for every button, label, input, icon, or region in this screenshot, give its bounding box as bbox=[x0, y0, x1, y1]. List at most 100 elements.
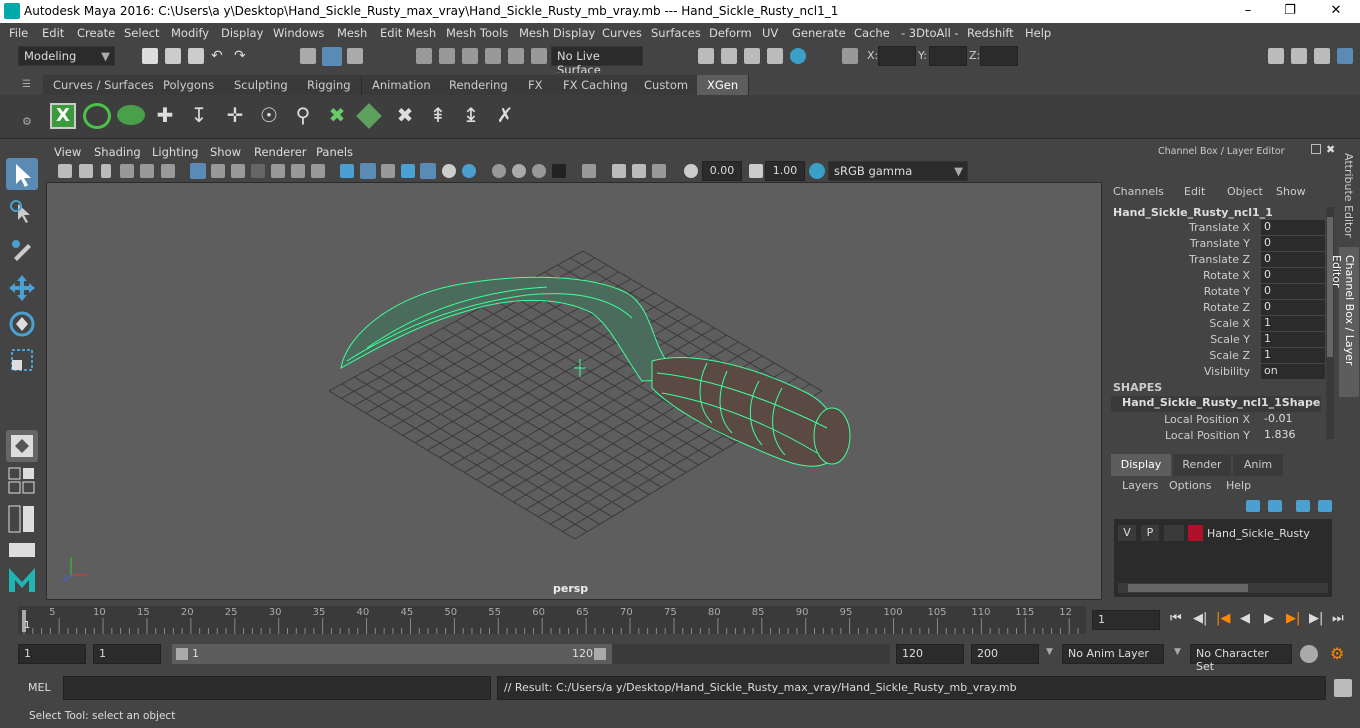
layer-menu-layers[interactable]: Layers bbox=[1122, 479, 1158, 492]
tool-settings-icon[interactable] bbox=[1314, 48, 1330, 64]
gate-mask-icon[interactable] bbox=[251, 164, 265, 178]
close-panel-icon[interactable]: ✖ bbox=[1326, 143, 1335, 156]
menu-3dtoall[interactable]: - 3DtoAll - bbox=[901, 26, 959, 40]
playback-end-input[interactable]: 120 bbox=[896, 644, 964, 664]
viewport-menu-lighting[interactable]: Lighting bbox=[152, 145, 198, 159]
channel-value[interactable]: 0 bbox=[1261, 268, 1325, 283]
channel-value[interactable]: 1 bbox=[1261, 332, 1325, 347]
bookmark-icon[interactable] bbox=[101, 164, 111, 178]
tab-sculpting[interactable]: Sculpting bbox=[224, 75, 299, 95]
guide-to-curve-icon[interactable]: ✖ bbox=[392, 103, 418, 129]
channel-row[interactable]: Rotate Z 0 bbox=[1106, 300, 1326, 316]
redo-icon[interactable]: ↷ bbox=[234, 48, 250, 64]
layer-scrollbar[interactable] bbox=[1118, 583, 1328, 593]
channel-value[interactable]: on bbox=[1261, 364, 1325, 379]
live-surface-field[interactable]: No Live Surface bbox=[551, 46, 643, 77]
tab-polygons[interactable]: Polygons bbox=[153, 75, 226, 95]
menu-modify[interactable]: Modify bbox=[171, 26, 209, 40]
channel-value[interactable]: 0 bbox=[1261, 252, 1325, 267]
playback-start-input[interactable]: 1 bbox=[93, 644, 161, 664]
maya-home-icon[interactable] bbox=[6, 562, 38, 596]
single-perspective-layout-icon[interactable] bbox=[6, 430, 38, 462]
render-view-icon[interactable] bbox=[698, 48, 714, 64]
menu-help[interactable]: Help bbox=[1025, 26, 1051, 40]
interpolate-guides-icon[interactable]: ↨ bbox=[458, 103, 484, 129]
channel-row[interactable]: Scale X 1 bbox=[1106, 316, 1326, 332]
open-scene-icon[interactable] bbox=[165, 48, 181, 64]
mode-select[interactable]: Modeling ▼ bbox=[18, 46, 115, 66]
modeling-toolkit-icon[interactable] bbox=[1268, 48, 1284, 64]
range-start-handle[interactable] bbox=[176, 648, 188, 660]
lock-guide-icon[interactable]: ⚲ bbox=[290, 103, 316, 129]
viewport-menu-show[interactable]: Show bbox=[210, 145, 241, 159]
cb-menu-edit[interactable]: Edit bbox=[1184, 185, 1205, 198]
channel-row[interactable]: Translate Y 0 bbox=[1106, 236, 1326, 252]
y-coord-input[interactable] bbox=[929, 46, 967, 66]
tab-channel-box-layer-editor[interactable]: Channel Box / Layer Editor bbox=[1330, 247, 1359, 397]
resolution-gate-icon[interactable] bbox=[231, 164, 245, 178]
go-to-end-icon[interactable]: ⏭ bbox=[1332, 611, 1344, 626]
menu-edit[interactable]: Edit bbox=[42, 26, 64, 40]
viewport-menu-panels[interactable]: Panels bbox=[316, 145, 353, 159]
menu-mesh[interactable]: Mesh bbox=[337, 26, 367, 40]
menu-mesh-tools[interactable]: Mesh Tools bbox=[446, 26, 508, 40]
channel-value[interactable]: -0.01 bbox=[1261, 412, 1325, 427]
script-editor-icon[interactable] bbox=[1334, 679, 1352, 697]
step-back-key-icon[interactable]: |◀ bbox=[1216, 611, 1230, 626]
wireframe-icon[interactable] bbox=[340, 164, 354, 178]
snap-live-icon[interactable] bbox=[531, 48, 547, 64]
layer-color-swatch[interactable] bbox=[1188, 525, 1203, 541]
isolate-select-icon[interactable] bbox=[582, 164, 596, 178]
time-slider[interactable]: 5 10 15 20 25 30 35 40 45 50 55 60 65 70 75 80 85 90 95 100… bbox=[18, 606, 1086, 634]
outliner-layout-icon[interactable] bbox=[6, 504, 38, 534]
grass-icon[interactable]: ✖ bbox=[324, 103, 350, 129]
end-time-input[interactable]: 200 bbox=[971, 644, 1039, 664]
render-settings-icon[interactable] bbox=[767, 48, 783, 64]
snap-curve-icon[interactable] bbox=[439, 48, 455, 64]
layer-name[interactable]: Hand_Sickle_Rusty bbox=[1207, 527, 1310, 540]
current-frame-input[interactable]: 1 bbox=[1092, 610, 1160, 630]
channel-row[interactable]: Translate Z 0 bbox=[1106, 252, 1326, 268]
viewport-menu-renderer[interactable]: Renderer bbox=[254, 145, 307, 159]
minimize-icon[interactable]: – bbox=[1240, 3, 1256, 19]
layer-menu-help[interactable]: Help bbox=[1226, 479, 1251, 492]
move-layer-up-icon[interactable] bbox=[1296, 500, 1310, 512]
grease-pencil-icon[interactable] bbox=[161, 164, 175, 178]
cb-menu-object[interactable]: Object bbox=[1227, 185, 1263, 198]
menu-file[interactable]: File bbox=[9, 26, 28, 40]
transform-constraints-icon[interactable] bbox=[842, 48, 858, 64]
ipr-render-icon[interactable] bbox=[744, 48, 760, 64]
undo-icon[interactable]: ↶ bbox=[211, 48, 227, 64]
tab-anim[interactable]: Anim bbox=[1233, 454, 1283, 476]
layer-menu-options[interactable]: Options bbox=[1169, 479, 1211, 492]
maximize-icon[interactable]: ❐ bbox=[1282, 3, 1298, 19]
menu-edit-mesh[interactable]: Edit Mesh bbox=[380, 26, 436, 40]
tab-animation[interactable]: Animation bbox=[362, 75, 442, 95]
channel-value[interactable]: 1.836 bbox=[1261, 428, 1325, 443]
channel-value[interactable]: 0 bbox=[1261, 300, 1325, 315]
channel-scrollbar[interactable] bbox=[1326, 207, 1334, 439]
new-scene-icon[interactable] bbox=[142, 48, 158, 64]
smooth-shade-icon[interactable] bbox=[360, 163, 376, 179]
menu-mesh-display[interactable]: Mesh Display bbox=[519, 26, 595, 40]
tab-rendering[interactable]: Rendering bbox=[439, 75, 519, 95]
tab-curves-surfaces[interactable]: Curves / Surfaces bbox=[43, 75, 165, 95]
color-management-icon[interactable] bbox=[809, 163, 825, 179]
select-hierarchy-icon[interactable] bbox=[300, 48, 316, 64]
character-set-select[interactable]: No Character Set bbox=[1190, 644, 1292, 673]
select-object-icon[interactable] bbox=[322, 47, 342, 66]
attribute-editor-toggle-icon[interactable] bbox=[1291, 48, 1307, 64]
add-guide-icon[interactable]: ✚ bbox=[152, 103, 178, 129]
tab-display[interactable]: Display bbox=[1111, 454, 1171, 476]
tab-custom[interactable]: Custom bbox=[634, 75, 700, 95]
checker-icon[interactable] bbox=[420, 163, 436, 179]
viewport-menu-view[interactable]: View bbox=[54, 145, 81, 159]
rotate-tool-icon[interactable] bbox=[6, 308, 38, 340]
shelf-gear-icon[interactable]: ⚙ bbox=[22, 115, 34, 128]
shape-name[interactable]: Hand_Sickle_Rusty_ncl1_1Shape bbox=[1111, 396, 1321, 412]
xgen-preview-icon[interactable] bbox=[83, 103, 111, 129]
step-forward-icon[interactable]: ▶| bbox=[1309, 611, 1323, 626]
wireframe-on-shaded-icon[interactable] bbox=[381, 164, 395, 178]
snap-point-icon[interactable] bbox=[462, 48, 478, 64]
menu-cache[interactable]: Cache bbox=[854, 26, 890, 40]
